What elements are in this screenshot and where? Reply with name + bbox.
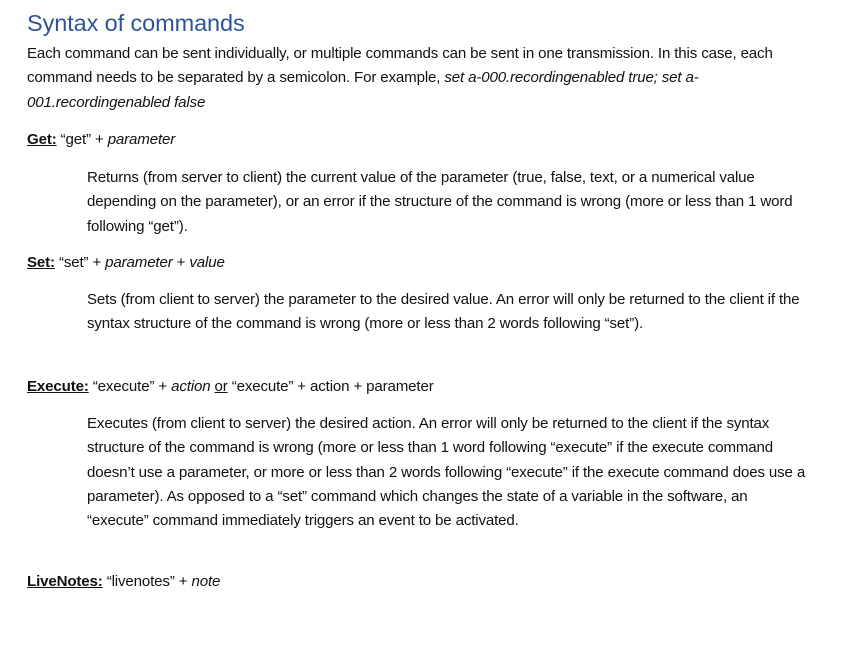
get-command-syntax: Get: “get” + parameter xyxy=(27,130,175,150)
intro-paragraph: Each command can be sent individually, o… xyxy=(27,42,807,115)
section-heading: Syntax of commands xyxy=(27,10,245,36)
execute-syntax-rest: “execute” + action + parameter xyxy=(227,378,434,395)
get-syntax-param: parameter xyxy=(107,131,176,148)
get-label: Get: xyxy=(27,131,57,148)
execute-command-syntax: Execute: “execute” + action or “execute”… xyxy=(27,377,434,397)
set-syntax-plus: + xyxy=(172,254,190,271)
execute-syntax-action: action xyxy=(171,378,211,395)
livenotes-command-syntax: LiveNotes: “livenotes” + note xyxy=(27,572,220,592)
execute-syntax-quote: “execute” + xyxy=(88,378,172,395)
livenotes-label: LiveNotes: xyxy=(27,573,103,590)
set-description: Sets (from client to server) the paramet… xyxy=(87,291,800,333)
get-syntax-quote: “get” + xyxy=(56,131,108,148)
get-description: Returns (from server to client) the curr… xyxy=(87,169,793,235)
set-syntax-quote: “set” + xyxy=(54,254,106,271)
execute-description: Executes (from client to server) the des… xyxy=(87,415,806,530)
execute-label: Execute: xyxy=(27,378,89,395)
execute-syntax-or: or xyxy=(214,378,228,395)
set-syntax-param: parameter xyxy=(105,254,173,271)
set-label: Set: xyxy=(27,254,55,271)
set-syntax-value: value xyxy=(189,254,225,271)
document-page: Syntax of commands Each command can be s… xyxy=(27,8,807,590)
set-command-syntax: Set: “set” + parameter + value xyxy=(27,253,225,273)
livenotes-syntax-quote: “livenotes” + xyxy=(102,573,192,590)
livenotes-syntax-note: note xyxy=(191,573,221,590)
